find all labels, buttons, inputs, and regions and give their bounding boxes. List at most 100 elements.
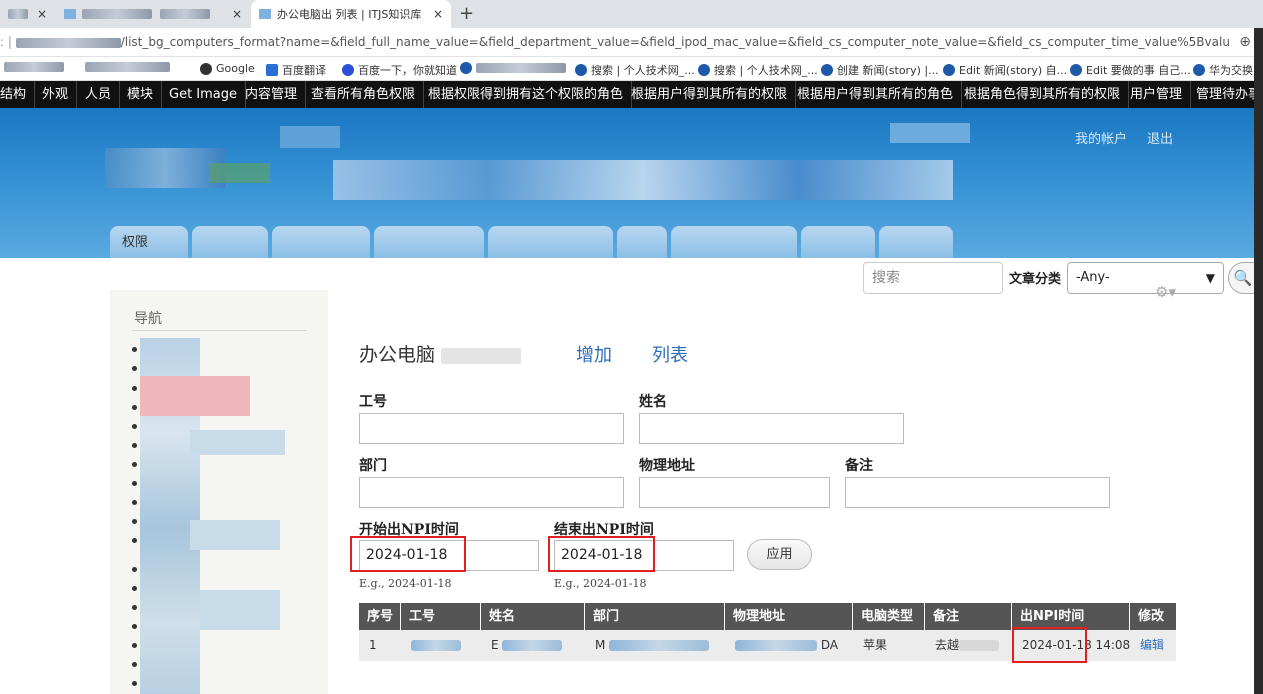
cell-mac: DA <box>725 630 853 661</box>
bookmark-search-2[interactable]: 搜索 | 个人技术网_... <box>698 62 818 78</box>
url-host-redacted: : | <box>0 35 121 49</box>
new-tab-icon[interactable]: + <box>459 3 474 24</box>
cell-name: E <box>481 630 585 661</box>
emp-id-input[interactable] <box>359 413 624 444</box>
bookmark-edit-story[interactable]: Edit 新闻(story) 自... <box>943 62 1067 78</box>
sidebar-links-redacted <box>140 376 250 416</box>
logout-link[interactable]: 退出 <box>1147 128 1173 147</box>
url-text[interactable]: : | /list_bg_computers_format?name=&fiel… <box>0 35 1230 49</box>
cell-time: 2024-01-18 14:08 <box>1022 638 1130 652</box>
sidebar-divider <box>132 330 307 331</box>
note-input[interactable] <box>845 477 1110 508</box>
admin-toolbar: 结构 外观 人员 模块 Get Image 内容管理 查看所有角色权限 根据权限… <box>0 81 1263 108</box>
admin-item-permission-to-roles[interactable]: 根据权限得到拥有这个权限的角色 <box>420 81 633 108</box>
browser-tab-strip: × × 办公电脑出 列表 | ITJS知识库 × + <box>0 0 1263 28</box>
redacted <box>609 640 710 651</box>
sidebar-links-redacted <box>190 520 280 550</box>
admin-item-todo-management[interactable]: 管理待办事 <box>1188 81 1263 108</box>
col-header-time: 出NPI时间 <box>1012 603 1130 630</box>
browser-tab-2[interactable]: × <box>56 0 250 28</box>
primary-tab-redacted[interactable] <box>488 226 613 258</box>
admin-item-people[interactable]: 人员 <box>77 81 121 108</box>
category-select[interactable]: -Any- ▼ <box>1067 262 1224 294</box>
title-redacted <box>441 347 522 364</box>
primary-tab-redacted[interactable] <box>879 226 953 258</box>
bookmark-baidu[interactable]: 百度一下，你就知道 <box>342 62 457 78</box>
admin-item-user-roles[interactable]: 根据用户得到其所有的角色 <box>789 81 963 108</box>
admin-item-user-management[interactable]: 用户管理 <box>1122 81 1192 108</box>
tab-close-icon[interactable]: × <box>232 7 242 21</box>
col-header-note: 备注 <box>925 603 1012 630</box>
bookmark-baidu-translate[interactable]: 百度翻译 <box>266 62 326 78</box>
primary-tab-permissions[interactable]: 权限 <box>110 226 188 258</box>
favicon-icon <box>64 9 76 19</box>
browser-tab-active[interactable]: 办公电脑出 列表 | ITJS知识库 × <box>251 0 451 28</box>
primary-tab-redacted[interactable] <box>617 226 667 258</box>
edit-link[interactable]: 编辑 <box>1130 630 1176 661</box>
bookmark-redacted[interactable] <box>460 62 566 74</box>
cell-no: 1 <box>369 638 377 652</box>
zoom-icon[interactable]: ⊕ <box>1239 34 1251 50</box>
cell-note: 去越 <box>925 630 1012 661</box>
end-time-input[interactable]: 2024-01-18 <box>554 540 734 571</box>
bookmark-redacted[interactable] <box>4 62 64 72</box>
end-time-hint: E.g., 2024-01-18 <box>554 577 647 590</box>
name-label: 姓名 <box>639 394 667 410</box>
gear-icon[interactable]: ⚙▾ <box>1155 283 1176 301</box>
admin-item-user-permissions[interactable]: 根据用户得到其所有的权限 <box>623 81 797 108</box>
primary-tab-redacted[interactable] <box>272 226 370 258</box>
department-input[interactable] <box>359 477 624 508</box>
col-header-no: 序号 <box>359 603 401 630</box>
primary-tab-redacted[interactable] <box>374 226 484 258</box>
bookmark-search-1[interactable]: 搜索 | 个人技术网_... <box>575 62 695 78</box>
admin-item-appearance[interactable]: 外观 <box>34 81 78 108</box>
primary-tab-redacted[interactable] <box>671 226 797 258</box>
apply-button[interactable]: 应用 <box>747 539 812 570</box>
tab-close-icon[interactable]: × <box>433 7 443 21</box>
redacted <box>959 640 1000 651</box>
my-account-link[interactable]: 我的帐户 <box>1075 128 1127 147</box>
admin-item-role-permissions[interactable]: 根据角色得到其所有的权限 <box>956 81 1130 108</box>
browser-window: × × 办公电脑出 列表 | ITJS知识库 × + : | /list_bg_… <box>0 0 1263 694</box>
primary-tab-redacted[interactable] <box>801 226 875 258</box>
bookmarks-bar: Google 百度翻译 百度一下，你就知道 搜索 | 个人技术网_... 搜索 … <box>0 57 1263 81</box>
site-icon <box>698 64 710 76</box>
name-input[interactable] <box>639 413 904 444</box>
redacted <box>411 640 461 651</box>
site-icon <box>460 62 472 74</box>
cell-computer-type: 苹果 <box>863 638 888 652</box>
site-logo-redacted <box>210 163 270 183</box>
start-time-input[interactable]: 2024-01-18 <box>359 540 539 571</box>
admin-item-modules[interactable]: 模块 <box>119 81 163 108</box>
primary-tab-redacted[interactable] <box>192 226 268 258</box>
list-link[interactable]: 列表 <box>652 341 688 367</box>
mac-input[interactable] <box>639 477 830 508</box>
browser-tab-1[interactable]: × <box>0 0 55 28</box>
bookmark-huawei[interactable]: 华为交换 <box>1193 62 1253 78</box>
admin-item-content[interactable]: 内容管理 <box>237 81 307 108</box>
start-time-hint: E.g., 2024-01-18 <box>359 577 452 590</box>
search-icon: 🔍 <box>1233 269 1253 287</box>
bookmark-redacted[interactable] <box>85 62 170 72</box>
col-header-department: 部门 <box>585 603 725 630</box>
site-header: 我的帐户 退出 权限 <box>0 108 1263 258</box>
admin-item-structure[interactable]: 结构 <box>0 81 36 108</box>
bookmark-edit-todo[interactable]: Edit 要做的事 自己... <box>1070 62 1191 78</box>
col-header-emp-id: 工号 <box>401 603 481 630</box>
add-link[interactable]: 增加 <box>576 341 612 367</box>
tab-title: 办公电脑出 列表 | ITJS知识库 <box>277 8 422 21</box>
address-bar[interactable]: : | /list_bg_computers_format?name=&fiel… <box>0 28 1263 57</box>
tab-close-icon[interactable]: × <box>37 7 47 21</box>
emp-id-label: 工号 <box>359 394 387 410</box>
site-icon <box>1070 64 1082 76</box>
translate-icon <box>266 64 278 76</box>
site-icon <box>821 64 833 76</box>
site-icon <box>575 64 587 76</box>
search-input[interactable]: 搜索 <box>863 262 1003 294</box>
bookmark-google[interactable]: Google <box>200 62 255 75</box>
admin-item-all-role-permissions[interactable]: 查看所有角色权限 <box>303 81 425 108</box>
admin-item-get-image[interactable]: Get Image <box>161 81 247 108</box>
sidebar-title: 导航 <box>134 311 162 327</box>
bookmark-create-story[interactable]: 创建 新闻(story) |... <box>821 62 939 78</box>
site-icon <box>1193 64 1205 76</box>
